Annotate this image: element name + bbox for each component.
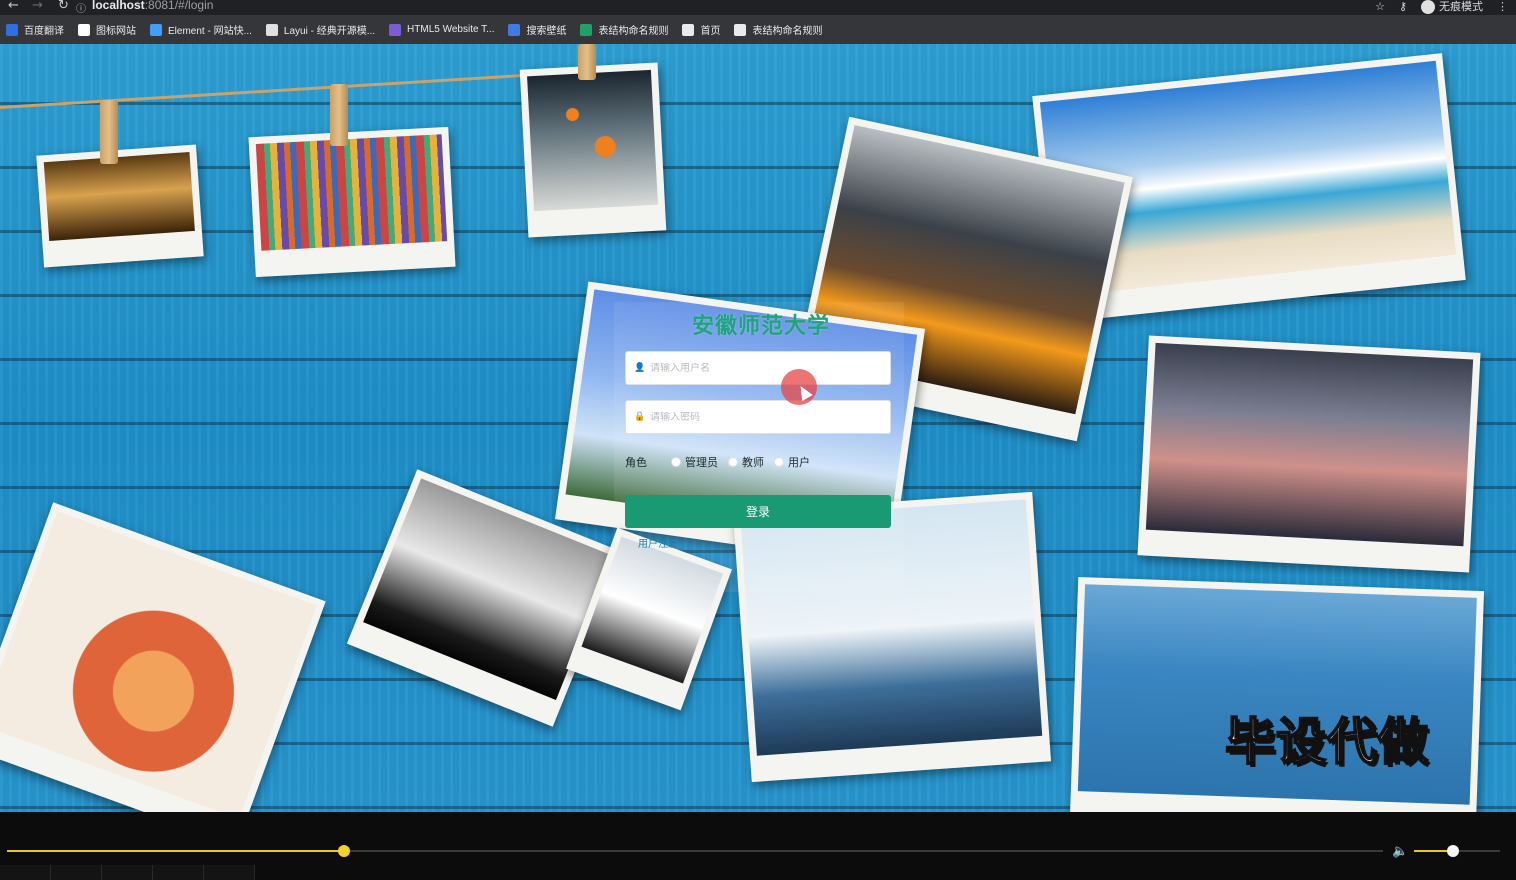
bookmark-favicon-icon [580,23,593,36]
bookmark-item[interactable]: 表结构命名规则 [734,22,822,37]
photo-palm-dusk [1137,335,1481,573]
bookmark-label: 搜索壁纸 [526,26,567,37]
role-selector: 角色 管理员 教师 用户 [625,454,810,470]
radio-circle-icon[interactable] [671,457,681,467]
bookmark-label: Element - 网站快... [168,26,252,37]
video-player-controls: 🔈 [0,812,1516,880]
volume-icon[interactable]: 🔈 [1392,844,1408,859]
login-page-background: 安徽师范大学 👤 🔒 角色 管理员 教师 用户 登录 用户注册 毕设代做 [0,44,1516,812]
info-icon[interactable]: ⓘ [76,0,86,15]
url-field[interactable]: localhost:8081/#/login [92,0,213,12]
incognito-label: 无痕模式 [1439,0,1483,13]
bookmark-item[interactable]: 百度翻译 [6,22,64,37]
role-option-label: 教师 [742,457,764,469]
bookmark-item[interactable]: HTML5 Website T... [389,23,495,36]
bookmark-label: HTML5 Website T... [407,24,495,35]
role-label: 角色 [625,457,647,469]
bookmark-item[interactable]: 首页 [682,22,720,37]
taskbar-strip [0,865,1516,880]
login-title: 安徽师范大学 [692,313,831,338]
bookmark-item[interactable]: 图标网站 [78,22,136,37]
username-field[interactable]: 👤 [625,351,891,385]
clothespin-1 [100,100,118,164]
photo-wine-bottles [36,144,204,268]
clothespin-3 [578,44,596,80]
bookmark-favicon-icon [265,23,278,36]
bookmark-favicon-icon [6,23,18,36]
role-option-teacher[interactable]: 教师 [728,454,764,470]
seek-handle[interactable] [338,845,351,857]
lock-icon: 🔒 [634,412,646,422]
role-option-label: 管理员 [685,457,718,469]
bookmark-favicon-icon [734,23,747,36]
bookmark-label: 首页 [700,26,721,37]
incognito-badge[interactable]: 无痕模式 [1421,0,1483,14]
bookmark-favicon-icon [150,23,162,36]
register-link[interactable]: 用户注册 [638,535,678,550]
forward-icon[interactable]: → [32,0,43,13]
photo-rose [0,502,326,812]
watermark-text: 毕设代做 [1224,713,1429,771]
taskbar-slot[interactable] [51,865,102,880]
seek-bar-progress [7,850,345,852]
star-icon[interactable]: ☆ [1375,0,1385,13]
photo-bookshelf [248,126,456,278]
bookmark-item[interactable]: Element - 网站快... [150,22,252,37]
toolbar-right: ☆ ⚷ 无痕模式 ⋮ [1375,0,1508,14]
radio-circle-icon[interactable] [728,457,738,467]
bookmarks-bar: 百度翻译 图标网站 Element - 网站快... Layui - 经典开源模...… [0,15,1516,44]
username-input[interactable] [650,362,870,374]
password-field[interactable]: 🔒 [625,400,891,434]
taskbar-slot[interactable] [153,865,204,880]
volume-handle[interactable] [1446,845,1459,857]
bookmark-favicon-icon [389,23,402,36]
volume-slider[interactable] [1414,845,1500,857]
bookmark-item[interactable]: 表结构命名规则 [580,22,668,37]
url-host: localhost [92,0,145,12]
bookmark-label: 图标网站 [96,26,136,37]
password-input[interactable] [650,411,870,423]
photo-clownfish [519,62,667,238]
bookmark-label: Layui - 经典开源模... [283,26,376,37]
reload-icon[interactable]: ↻ [58,0,69,13]
role-option-admin[interactable]: 管理员 [671,454,718,470]
taskbar-slot[interactable] [204,865,255,880]
url-path: :8081/#/login [144,0,214,12]
bookmark-favicon-icon [682,23,695,36]
taskbar-slot[interactable] [102,865,153,880]
key-icon[interactable]: ⚷ [1399,0,1407,13]
bookmark-favicon-icon [508,23,521,36]
seek-bar[interactable] [7,845,1383,857]
clothespin-2 [330,84,348,146]
bookmark-label: 表结构命名规则 [598,26,669,37]
role-option-user[interactable]: 用户 [774,454,810,470]
back-icon[interactable]: ← [8,0,19,13]
radio-circle-icon[interactable] [774,457,784,467]
bookmark-item[interactable]: 搜索壁纸 [508,22,566,37]
bookmark-label: 百度翻译 [24,26,64,37]
incognito-icon [1421,0,1435,14]
user-icon: 👤 [634,363,646,373]
bookmark-favicon-icon [78,23,90,36]
bookmark-item[interactable]: Layui - 经典开源模... [265,22,376,37]
role-option-label: 用户 [788,457,810,469]
login-button[interactable]: 登录 [625,495,891,528]
browser-address-bar: ← → ↻ ⓘ localhost:8081/#/login ☆ ⚷ 无痕模式 … [0,0,1516,15]
photo-surfer [1069,576,1485,812]
menu-icon[interactable]: ⋮ [1497,0,1508,13]
taskbar-slot[interactable] [0,865,51,880]
bookmark-label: 表结构命名规则 [752,26,823,37]
